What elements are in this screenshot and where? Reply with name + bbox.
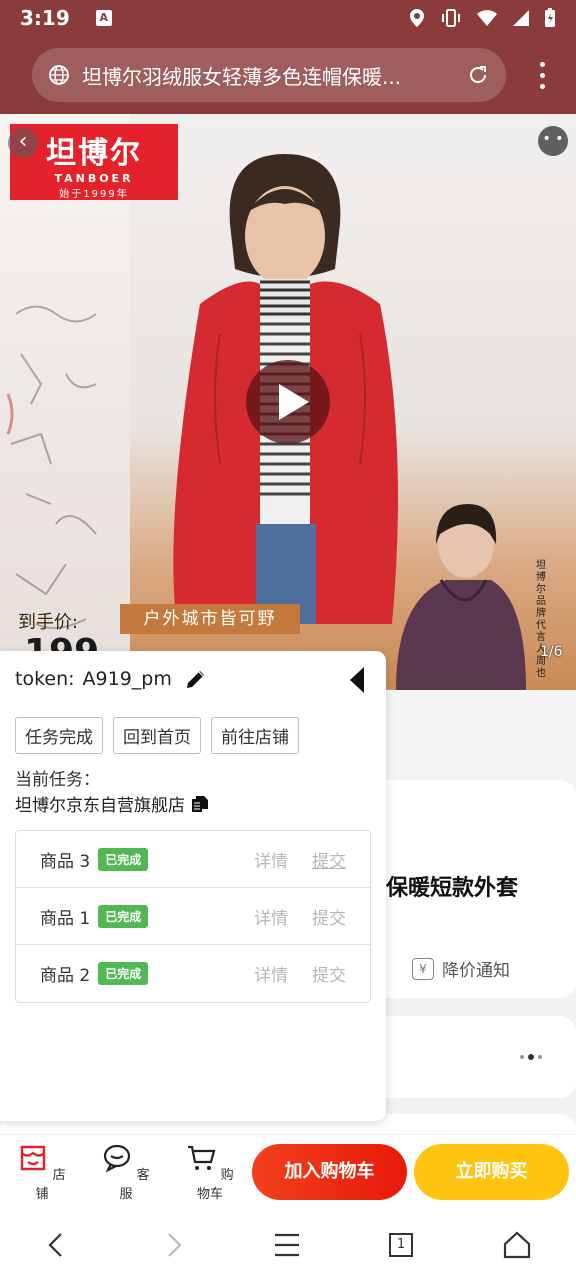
browser-menu-icon[interactable] <box>540 62 546 95</box>
yen-tag-icon: ¥ <box>412 957 434 980</box>
price-alert-button[interactable]: ¥ 降价通知 <box>412 956 510 981</box>
browser-toolbar: 坦博尔羽绒服女轻薄多色连帽保暖... <box>0 36 576 114</box>
cart-label: 购物车 <box>196 1168 234 1202</box>
collapse-panel-icon[interactable] <box>350 667 364 693</box>
menu-icon[interactable] <box>270 1228 304 1262</box>
tab-count: 1 <box>396 1237 406 1252</box>
task-row: 商品 3 已完成 详情 提交 <box>16 831 370 888</box>
service-label: 客服 <box>119 1168 150 1202</box>
signal-icon <box>513 10 529 26</box>
status-bar: 3:19 A <box>0 0 576 36</box>
wifi-icon <box>477 10 497 26</box>
location-icon <box>410 9 424 27</box>
notification-a-icon: A <box>95 10 112 26</box>
reload-icon[interactable] <box>466 63 490 87</box>
shop-icon <box>21 1145 46 1171</box>
brand-since: 始于1999年 <box>59 189 129 200</box>
more-options-icon[interactable]: • • <box>538 126 568 156</box>
forward-icon[interactable] <box>156 1228 190 1262</box>
slide-indicator: 1/6 <box>540 644 563 660</box>
task-submit-link[interactable]: 提交 <box>312 904 346 929</box>
panel-action-buttons: 任务完成 回到首页 前往店铺 <box>15 717 299 754</box>
brand-english: TANBOER <box>54 172 134 185</box>
task-detail-link[interactable]: 详情 <box>254 847 288 872</box>
more-dots-icon[interactable] <box>520 1054 542 1060</box>
task-item-name: 商品 2 <box>40 966 91 986</box>
slogan-banner: 户外城市皆可野 <box>120 604 300 634</box>
token-value: A919_pm <box>82 668 172 690</box>
task-detail-link[interactable]: 详情 <box>254 961 288 986</box>
tabs-button[interactable]: 1 <box>384 1228 418 1262</box>
status-time: 3:19 <box>20 6 70 30</box>
product-title: 保暖短款外套 <box>386 876 519 901</box>
copy-icon[interactable] <box>191 795 209 813</box>
task-row: 商品 2 已完成 详情 提交 <box>16 945 370 1002</box>
chat-icon <box>104 1144 131 1173</box>
page-title: 坦博尔羽绒服女轻薄多色连帽保暖... <box>82 64 402 89</box>
task-item-name: 商品 3 <box>40 851 91 872</box>
task-item-name: 商品 1 <box>40 908 91 929</box>
battery-icon <box>545 8 555 27</box>
status-badge: 已完成 <box>98 962 149 985</box>
ambassador-photo <box>396 504 526 690</box>
shop-label: 店铺 <box>35 1168 66 1202</box>
customer-service-button[interactable]: 客服 <box>98 1143 154 1202</box>
token-row: token: A919_pm <box>15 667 208 691</box>
task-detail-link[interactable]: 详情 <box>254 904 288 929</box>
current-task-store: 坦博尔京东自营旗舰店 <box>15 791 209 816</box>
play-video-button[interactable] <box>246 360 330 444</box>
go-store-button[interactable]: 前往店铺 <box>211 717 299 754</box>
token-label: token: <box>15 668 75 690</box>
shop-button[interactable]: 店铺 <box>14 1143 70 1202</box>
status-icons <box>408 8 556 28</box>
buy-now-button[interactable]: 立即购买 <box>414 1144 569 1200</box>
task-panel: token: A919_pm 任务完成 回到首页 前往店铺 当前任务： 坦博尔京… <box>0 651 386 1121</box>
browser-nav-bar: 1 <box>0 1208 576 1280</box>
task-submit-link[interactable]: 提交 <box>312 961 346 986</box>
price-alert-label: 降价通知 <box>442 961 510 981</box>
task-row: 商品 1 已完成 详情 提交 <box>16 888 370 945</box>
home-icon[interactable] <box>500 1228 534 1262</box>
address-bar[interactable]: 坦博尔羽绒服女轻薄多色连帽保暖... <box>32 48 506 102</box>
task-list: 商品 3 已完成 详情 提交 商品 1 已完成 详情 提交 商品 2 已完成 详… <box>15 830 371 1003</box>
cart-icon <box>188 1145 216 1170</box>
product-image-carousel[interactable]: 坦博尔 TANBOER 始于1999年 ‹ • • 坦博尔品牌代言人 周也 户外… <box>0 114 576 690</box>
back-home-button[interactable]: 回到首页 <box>113 717 201 754</box>
add-to-cart-button[interactable]: 加入购物车 <box>252 1144 407 1200</box>
ambassador-caption: 坦博尔品牌代言人 周也 <box>536 560 546 679</box>
globe-icon <box>49 65 69 85</box>
status-badge: 已完成 <box>98 847 149 871</box>
edit-pencil-icon[interactable] <box>184 667 208 691</box>
vibrate-icon <box>442 9 460 27</box>
status-badge: 已完成 <box>98 904 149 928</box>
task-submit-link[interactable]: 提交 <box>312 847 346 872</box>
store-name: 坦博尔京东自营旗舰店 <box>15 796 185 816</box>
current-task-label: 当前任务： <box>15 770 100 790</box>
task-complete-button[interactable]: 任务完成 <box>15 717 103 754</box>
price-label: 到手价: <box>18 612 79 633</box>
cart-button[interactable]: 购物车 <box>182 1143 238 1202</box>
purchase-action-bar: 店铺 客服 购物车 加入购物车 立即购买 <box>0 1134 576 1208</box>
back-icon[interactable] <box>40 1228 74 1262</box>
back-arrow-icon[interactable]: ‹ <box>8 128 38 158</box>
